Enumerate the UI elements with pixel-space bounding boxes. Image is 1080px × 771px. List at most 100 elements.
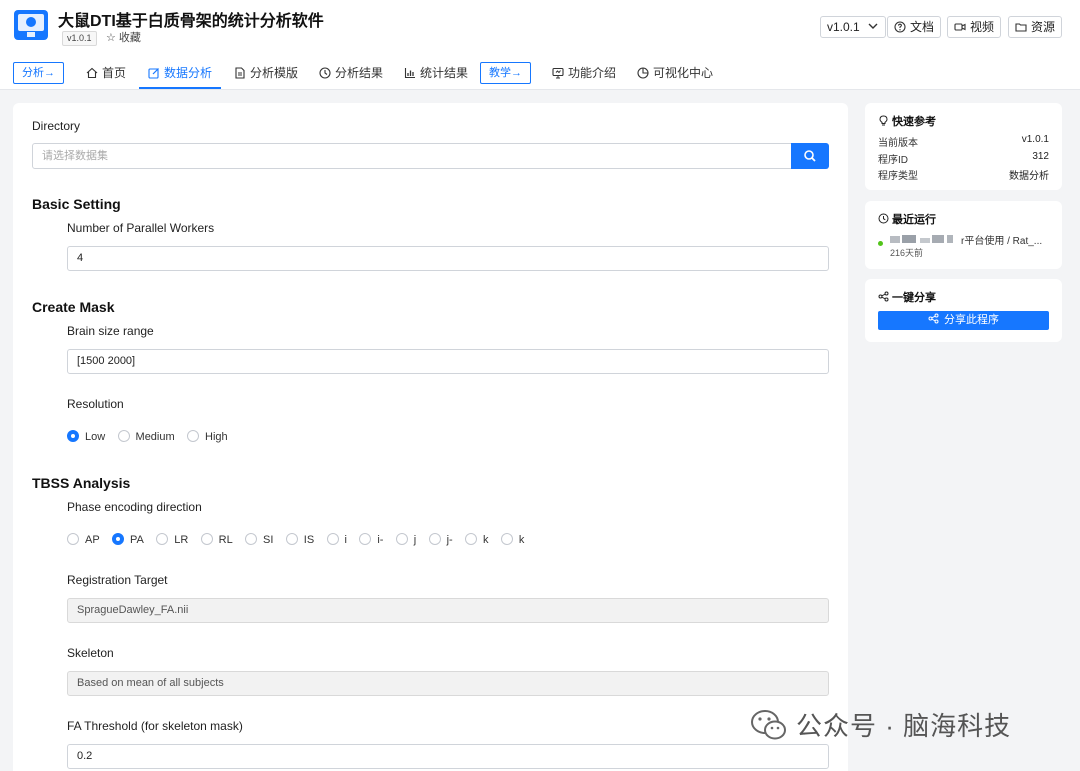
wechat-watermark: 公众号 · 脑海科技: [750, 706, 1011, 746]
brain-size-label: Brain size range: [67, 324, 154, 338]
workers-input[interactable]: 4: [67, 246, 829, 271]
tab-analysis-results[interactable]: 分析结果: [319, 60, 383, 89]
tab-analysis-results-label: 分析结果: [335, 66, 384, 80]
quick-reference-card: 快速参考 当前版本 v1.0.1 程序ID 312 程序类型 数据分析: [865, 103, 1062, 190]
radio-label: AP: [85, 534, 100, 546]
tab-features[interactable]: 功能介绍: [552, 60, 616, 89]
radio-label: i: [344, 534, 347, 546]
tab-visual-center-label: 可视化中心: [653, 66, 714, 80]
program-id-value: 312: [1032, 151, 1049, 162]
create-mask-title: Create Mask: [32, 299, 115, 315]
directory-input[interactable]: [32, 143, 792, 169]
recent-runs-header: 最近运行: [878, 211, 936, 227]
share-icon: [928, 313, 939, 324]
tab-home[interactable]: 首页: [86, 60, 126, 89]
docs-button[interactable]: 文档: [887, 16, 942, 38]
resources-button[interactable]: 资源: [1008, 16, 1063, 38]
redacted-name: [890, 232, 960, 244]
radio-phase-k[interactable]: k: [465, 533, 489, 547]
radio-label: LR: [174, 534, 189, 546]
radio-phase-rl[interactable]: RL: [200, 533, 233, 547]
fa-threshold-label: FA Threshold (for skeleton mask): [67, 719, 243, 733]
radio-phase-j[interactable]: j: [395, 533, 417, 547]
radio-phase-is[interactable]: IS: [285, 533, 314, 547]
current-version-key: 当前版本: [878, 138, 918, 149]
directory-search-button[interactable]: [791, 143, 829, 169]
version-select[interactable]: v1.0.1: [820, 16, 887, 38]
tab-stat-results[interactable]: 统计结果: [404, 60, 468, 89]
bar-chart-icon: [404, 68, 415, 79]
tab-analysis-template[interactable]: 分析模版: [234, 60, 298, 89]
radio-dot: [117, 430, 130, 442]
fa-threshold-input[interactable]: 0.2: [67, 744, 829, 769]
radio-phase-lr[interactable]: LR: [156, 533, 188, 547]
share-program-button[interactable]: 分享此程序: [878, 311, 1049, 330]
radio-label: SI: [263, 534, 274, 546]
phase-encoding-label: Phase encoding direction: [67, 500, 202, 514]
skeleton-input: Based on mean of all subjects: [67, 671, 829, 696]
radio-phase-k-2[interactable]: k: [500, 533, 524, 547]
brain-size-input[interactable]: [1500 2000]: [67, 349, 829, 374]
program-type-value: 数据分析: [1009, 171, 1049, 182]
workers-label: Number of Parallel Workers: [67, 221, 215, 235]
registration-target-input: SpragueDawley_FA.nii: [67, 598, 829, 623]
favorite-button[interactable]: ☆ 收藏: [106, 31, 141, 46]
radio-dot: [500, 533, 513, 545]
video-button[interactable]: 视频: [947, 16, 1002, 38]
quick-reference-header: 快速参考: [878, 113, 936, 129]
radio-label: Low: [85, 431, 106, 443]
folder-icon: [1015, 23, 1027, 32]
main-nav: 分析→ 首页 数据分析 分析模版 分析结果 统计结果 教学→ 功能介绍 可视化中…: [0, 60, 1080, 90]
radio-dot: [156, 533, 169, 545]
tab-data-analysis[interactable]: 数据分析: [139, 60, 222, 89]
app-logo-icon: [14, 10, 48, 40]
resolution-label: Resolution: [67, 397, 124, 411]
history-icon: [878, 213, 889, 224]
program-id-key: 程序ID: [878, 155, 908, 166]
pie-chart-icon: [637, 67, 649, 79]
radio-phase-ap[interactable]: AP: [67, 533, 100, 547]
tab-analysis-template-label: 分析模版: [250, 66, 299, 80]
program-type-key: 程序类型: [878, 171, 918, 182]
radio-dot: [200, 533, 213, 545]
radio-label: j: [413, 534, 417, 546]
radio-phase-j-neg[interactable]: j-: [428, 533, 453, 547]
radio-phase-i-neg[interactable]: i-: [359, 533, 383, 547]
registration-target-label: Registration Target: [67, 573, 168, 587]
phase-encoding-radio-group: AP PA LR RL SI IS i i- j j- k k: [67, 532, 533, 548]
radio-label: k: [483, 534, 489, 546]
radio-phase-pa[interactable]: PA: [112, 533, 144, 547]
current-version-value: v1.0.1: [1021, 134, 1049, 145]
radio-dot: [67, 533, 79, 545]
analyze-button[interactable]: 分析→: [13, 62, 64, 84]
chevron-down-icon: [868, 23, 878, 29]
share-program-label: 分享此程序: [944, 314, 999, 326]
radio-label: i-: [377, 534, 384, 546]
radio-label: j-: [446, 534, 453, 546]
directory-label: Directory: [32, 119, 81, 133]
wechat-icon: [751, 710, 786, 740]
tab-visual-center[interactable]: 可视化中心: [637, 60, 713, 89]
tab-data-analysis-label: 数据分析: [164, 66, 213, 80]
radio-phase-si[interactable]: SI: [245, 533, 273, 547]
tbss-analysis-title: TBSS Analysis: [32, 475, 131, 491]
teaching-button[interactable]: 教学→: [480, 62, 531, 84]
video-icon: [954, 23, 966, 31]
recent-runs-title: 最近运行: [892, 214, 936, 226]
radio-resolution-low[interactable]: Low: [67, 430, 105, 444]
radio-label: High: [205, 431, 228, 443]
home-icon: [86, 67, 98, 79]
radio-phase-i[interactable]: i: [326, 533, 347, 547]
tab-stat-results-label: 统计结果: [420, 66, 469, 80]
resources-label: 资源: [1031, 20, 1056, 34]
share-icon: [878, 291, 889, 302]
radio-resolution-medium[interactable]: Medium: [117, 430, 175, 444]
recent-run-link[interactable]: r平台使用 / Rat_...: [961, 232, 1042, 247]
radio-dot: [67, 430, 79, 442]
radio-dot: [245, 533, 258, 545]
radio-resolution-high[interactable]: High: [187, 430, 228, 444]
tab-home-label: 首页: [102, 66, 127, 80]
recent-run-time: 216天前: [890, 248, 924, 258]
radio-dot: [285, 533, 298, 545]
version-tag: v1.0.1: [62, 31, 97, 46]
